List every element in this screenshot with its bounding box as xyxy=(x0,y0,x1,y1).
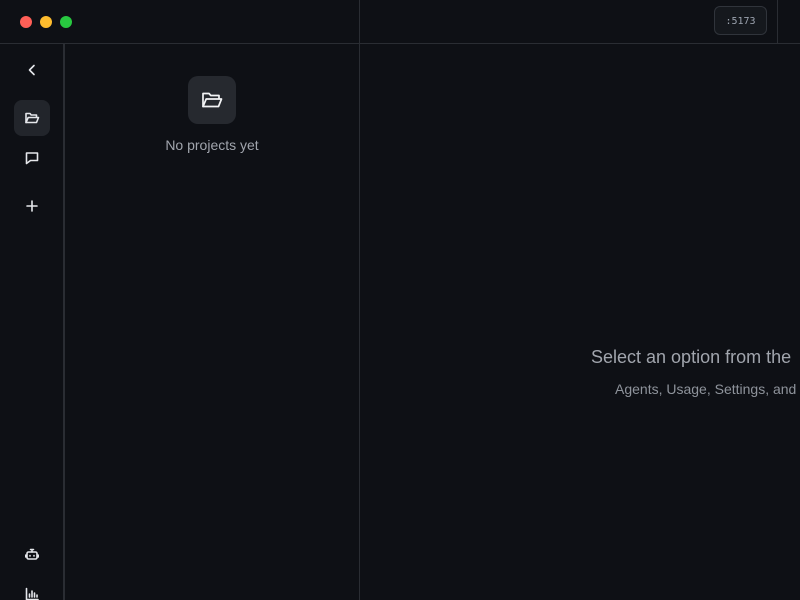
minimize-window-button[interactable] xyxy=(40,16,52,28)
folder-open-icon xyxy=(202,92,223,108)
close-window-button[interactable] xyxy=(20,16,32,28)
chevron-left-icon xyxy=(28,64,35,76)
icon-rail xyxy=(0,44,65,600)
collapse-sidebar-button[interactable] xyxy=(14,52,50,88)
title-bar: :5173 xyxy=(0,0,800,44)
projects-panel: No projects yet xyxy=(65,44,360,600)
projects-button[interactable] xyxy=(14,100,50,136)
empty-projects-text: No projects yet xyxy=(165,137,259,153)
new-item-button[interactable] xyxy=(14,188,50,224)
main-empty-subtitle: Agents, Usage, Settings, and xyxy=(615,381,797,397)
title-divider xyxy=(359,0,360,43)
empty-projects-icon-box xyxy=(188,76,236,124)
maximize-window-button[interactable] xyxy=(60,16,72,28)
plus-icon xyxy=(26,200,38,212)
agents-button[interactable] xyxy=(14,536,50,572)
title-divider-right xyxy=(777,0,778,43)
main-empty-title: Select an option from the xyxy=(591,347,792,367)
app-window: :5173 No projects yet Select an option f… xyxy=(0,0,800,600)
main-content: Select an option from the Agents, Usage,… xyxy=(360,44,800,600)
bar-chart-icon xyxy=(25,587,39,600)
message-square-icon xyxy=(25,152,39,165)
usage-button[interactable] xyxy=(14,576,50,600)
bot-icon xyxy=(25,548,39,560)
chats-button[interactable] xyxy=(14,140,50,176)
port-badge[interactable]: :5173 xyxy=(714,6,767,35)
folder-open-icon xyxy=(25,112,40,124)
